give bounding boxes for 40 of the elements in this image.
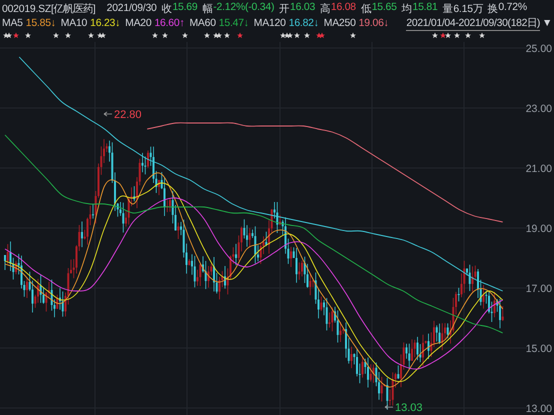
quote-value: 0.72% xyxy=(498,2,527,14)
axis-label: 23.00 xyxy=(526,103,552,115)
quote-label: 换 xyxy=(488,2,498,16)
quote-label: 幅 xyxy=(202,2,212,16)
axis-label: 17.00 xyxy=(526,283,552,295)
quote-value: 6.15万 xyxy=(453,2,483,16)
stock-symbol: 002019.SZ[亿帆医药] xyxy=(2,2,96,16)
quote-label: 开 xyxy=(279,2,290,16)
ma-value: 16.60↑ xyxy=(154,18,184,29)
ma-label: MA60 xyxy=(189,18,216,29)
quote-value: 15.65 xyxy=(372,2,397,14)
quote-value: 16.08 xyxy=(330,2,356,14)
ma-value: 16.82↓ xyxy=(288,18,319,29)
ma-value: 19.06↓ xyxy=(358,18,389,29)
quote-label: 量 xyxy=(442,2,452,16)
ma-label: MA10 xyxy=(60,18,88,29)
ma-label: MA5 xyxy=(2,18,23,29)
quote-value: 16.03 xyxy=(290,2,316,14)
quote-value: 15.69 xyxy=(172,2,198,14)
ma-value: 15.47↓ xyxy=(218,18,249,29)
quote-value: -2.12%(-0.34) xyxy=(213,2,274,14)
quote-value: 15.81 xyxy=(412,2,438,14)
quote-label: 低 xyxy=(360,2,371,16)
quote-label: 高 xyxy=(320,2,330,16)
ma-value: 15.85↓ xyxy=(26,18,56,29)
quote-label: 均 xyxy=(402,2,412,16)
quote-date: 2021/09/30 xyxy=(106,3,157,14)
low-price-label: 13.03 xyxy=(395,402,423,414)
ma-value: 16.23↓ xyxy=(90,18,120,29)
axis-label: 15.00 xyxy=(526,343,552,355)
axis-label: 21.00 xyxy=(526,163,552,175)
ma-label: MA20 xyxy=(125,18,152,29)
axis-label: 19.00 xyxy=(526,223,552,235)
axis-label: 13.00 xyxy=(526,403,552,415)
axis-label: 25.00 xyxy=(526,43,552,55)
quote-label: 收 xyxy=(162,2,172,16)
ma-label: MA120 xyxy=(254,18,286,29)
date-range-dropdown[interactable]: 2021/01/04-2021/09/30(182日) ▼ xyxy=(406,16,554,31)
ma-label: MA250 xyxy=(324,18,356,29)
high-price-label: 22.80 xyxy=(114,109,142,121)
